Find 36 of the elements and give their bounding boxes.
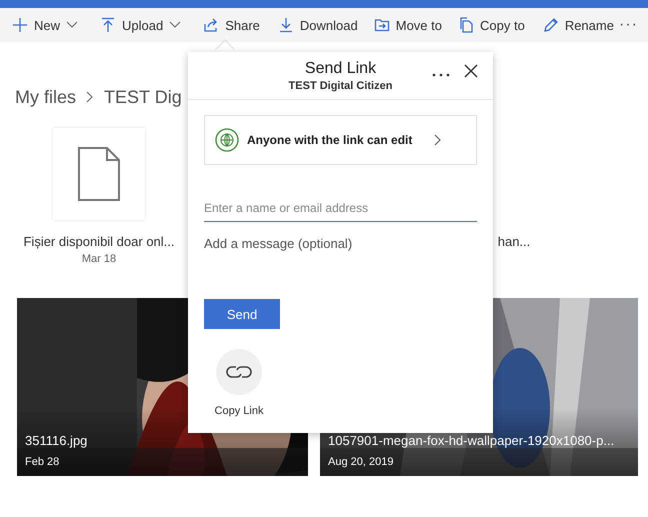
pencil-icon bbox=[542, 17, 559, 33]
upload-icon bbox=[100, 17, 116, 33]
file-name[interactable]: Fișier disponibil doar onl... bbox=[23, 234, 175, 249]
toolbar-button[interactable]: Share bbox=[203, 8, 260, 42]
photo-name: 1057901-megan-fox-hd-wallpaper-1920x1080-p... bbox=[328, 433, 616, 448]
toolbar-button[interactable]: New bbox=[12, 8, 78, 42]
toolbar-button[interactable]: Rename bbox=[542, 8, 614, 42]
download-icon bbox=[278, 17, 294, 33]
chevron-icon bbox=[434, 134, 442, 146]
document-icon bbox=[77, 146, 121, 202]
copy-link-label: Copy Link bbox=[214, 405, 264, 417]
toolbar-button[interactable]: Upload bbox=[100, 8, 182, 42]
globe-icon bbox=[215, 128, 239, 152]
copy-icon bbox=[458, 17, 474, 33]
send-button[interactable]: Send bbox=[204, 299, 280, 329]
chevron-icon bbox=[86, 91, 94, 103]
plus-icon bbox=[12, 17, 28, 33]
file-thumbnail[interactable] bbox=[53, 128, 145, 220]
folder-arrow-icon bbox=[374, 17, 390, 33]
photo-name: 351116.jpg bbox=[25, 433, 88, 448]
dialog-title: Send Link bbox=[304, 60, 376, 78]
toolbar-button[interactable]: Download bbox=[278, 8, 358, 42]
file-name[interactable]: han... bbox=[498, 234, 530, 249]
toolbar-button[interactable]: Copy to bbox=[458, 8, 525, 42]
file-date: Mar 18 bbox=[82, 253, 116, 265]
permission-setting[interactable]: Anyone with the link can edit bbox=[204, 115, 477, 165]
dialog-subtitle: TEST Digital Citizen bbox=[288, 80, 392, 92]
share-icon bbox=[203, 17, 220, 33]
breadcrumb-item[interactable]: TEST Dig bbox=[104, 86, 182, 108]
photo-date: Aug 20, 2019 bbox=[328, 456, 394, 468]
copy-link-button[interactable] bbox=[216, 349, 262, 395]
photo-date: Feb 28 bbox=[25, 456, 60, 468]
link-icon bbox=[226, 363, 252, 381]
more-button[interactable]: ··· bbox=[619, 16, 638, 34]
toolbar-button[interactable]: Move to bbox=[374, 8, 442, 42]
breadcrumb-item[interactable]: My files bbox=[15, 86, 76, 108]
